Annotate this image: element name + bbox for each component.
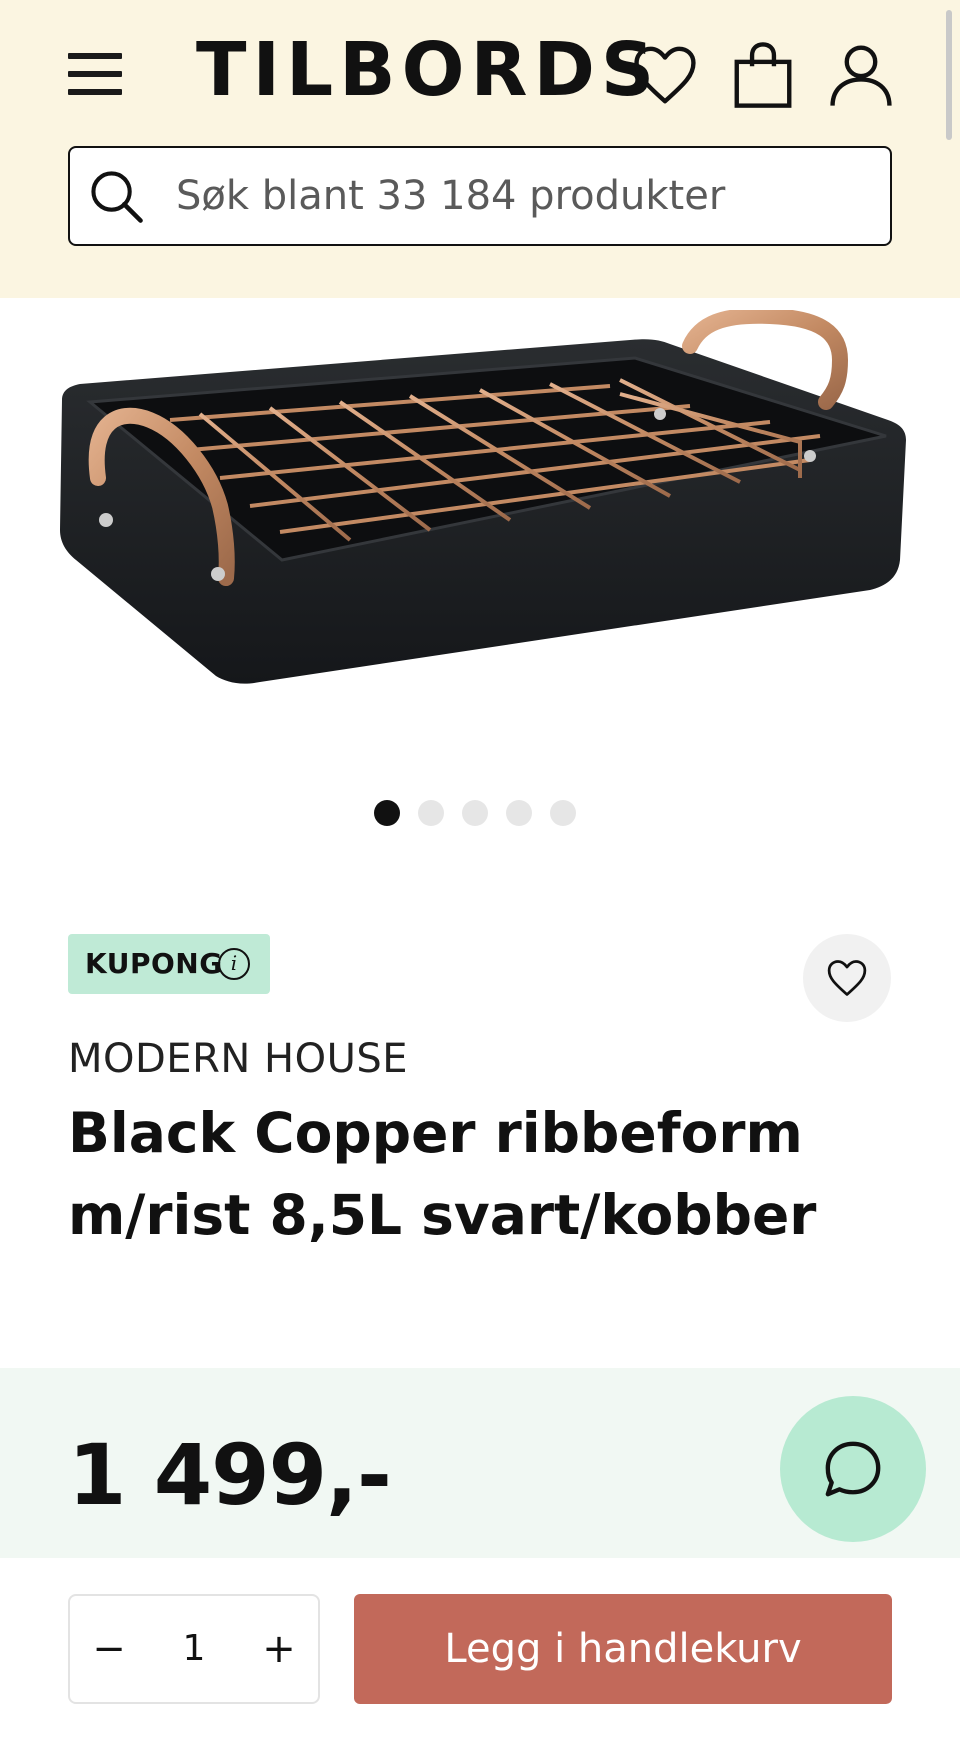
quantity-value[interactable]: 1 <box>144 1596 244 1702</box>
increase-quantity-button[interactable]: + <box>244 1596 314 1702</box>
site-header: TILBORDS <box>0 0 960 298</box>
heart-icon <box>827 960 867 996</box>
decrease-quantity-button[interactable]: − <box>74 1596 144 1702</box>
add-to-cart-button[interactable]: Legg i handlekurv <box>354 1594 892 1704</box>
product-brand[interactable]: MODERN HOUSE <box>68 1036 408 1082</box>
favorite-button[interactable] <box>803 934 891 1022</box>
quantity-stepper: − 1 + <box>68 1594 320 1704</box>
product-image[interactable] <box>50 307 910 730</box>
carousel-dot[interactable] <box>506 800 532 826</box>
coupon-badge[interactable]: KUPONG i <box>68 934 270 994</box>
carousel-dot[interactable] <box>374 800 400 826</box>
product-price: 1 499,- <box>68 1426 392 1524</box>
coupon-badge-label: KUPONG <box>85 947 223 980</box>
user-icon[interactable] <box>826 40 896 110</box>
search-input[interactable] <box>176 148 876 243</box>
carousel-dot[interactable] <box>550 800 576 826</box>
heart-icon[interactable] <box>630 40 700 110</box>
menu-icon[interactable] <box>66 49 124 99</box>
shopping-bag-icon[interactable] <box>728 40 798 110</box>
search-bar[interactable] <box>68 146 892 246</box>
product-title: Black Copper ribbeform m/rist 8,5L svart… <box>68 1101 817 1247</box>
chat-button[interactable] <box>780 1396 926 1542</box>
search-icon[interactable] <box>88 168 146 226</box>
carousel-dot[interactable] <box>462 800 488 826</box>
info-icon[interactable]: i <box>218 948 250 980</box>
scrollbar[interactable] <box>946 10 952 140</box>
carousel-dot[interactable] <box>418 800 444 826</box>
site-logo[interactable]: TILBORDS <box>196 28 654 112</box>
chat-bubble-icon <box>825 1441 881 1497</box>
image-carousel-dots <box>374 800 594 828</box>
